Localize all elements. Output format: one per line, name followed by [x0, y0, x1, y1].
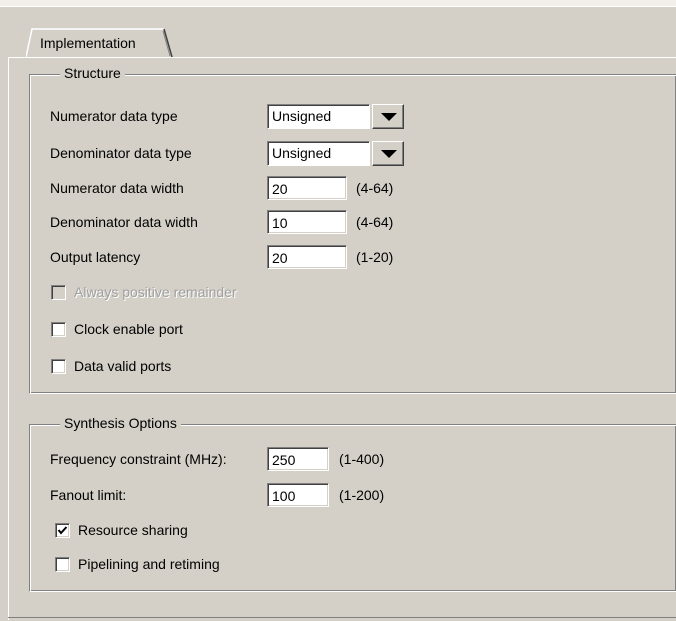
denominator-width-range: (4-64)	[356, 214, 394, 230]
numerator-width-label: Numerator data width	[50, 180, 184, 196]
output-latency-input[interactable]	[267, 245, 347, 269]
chevron-down-icon	[381, 150, 397, 158]
fanout-label: Fanout limit:	[50, 487, 127, 503]
denominator-type-dropdown-button[interactable]	[372, 141, 404, 166]
tab-implementation[interactable]: Implementation	[26, 28, 178, 58]
numerator-width-range: (4-64)	[356, 180, 394, 196]
fanout-input[interactable]	[267, 483, 329, 507]
resource-sharing-checkbox[interactable]	[55, 523, 70, 538]
chevron-down-icon	[381, 113, 397, 121]
denominator-type-label: Denominator data type	[50, 145, 192, 161]
structure-legend: Structure	[60, 65, 125, 81]
frequency-input[interactable]	[267, 447, 329, 471]
tab-label: Implementation	[40, 35, 136, 51]
synthesis-legend: Synthesis Options	[60, 415, 181, 431]
denominator-width-label: Denominator data width	[50, 214, 198, 230]
output-latency-range: (1-20)	[356, 249, 394, 265]
frequency-range: (1-400)	[339, 451, 385, 467]
pipelining-label[interactable]: Pipelining and retiming	[78, 556, 220, 572]
data-valid-checkbox[interactable]	[51, 359, 66, 374]
numerator-type-dropdown-button[interactable]	[372, 104, 404, 129]
denominator-width-input[interactable]	[267, 210, 347, 234]
numerator-type-value[interactable]: Unsigned	[267, 104, 370, 129]
numerator-type-label: Numerator data type	[50, 108, 178, 124]
tab-strip: Implementation	[0, 6, 676, 58]
page-bottom-edge	[8, 617, 676, 618]
always-positive-label: Always positive remainder	[74, 284, 237, 300]
clock-enable-checkbox[interactable]	[51, 322, 66, 337]
clock-enable-label[interactable]: Clock enable port	[74, 321, 183, 337]
structure-group: Structure Numerator data type Unsigned D…	[29, 65, 676, 396]
denominator-type-value[interactable]: Unsigned	[267, 141, 370, 166]
pipelining-checkbox[interactable]	[55, 557, 70, 572]
always-positive-checkbox[interactable]	[51, 285, 66, 300]
implementation-page: Structure Numerator data type Unsigned D…	[8, 57, 676, 620]
resource-sharing-label[interactable]: Resource sharing	[78, 522, 188, 538]
fanout-range: (1-200)	[339, 487, 385, 503]
synthesis-options-group: Synthesis Options Frequency constraint (…	[29, 415, 676, 594]
checkmark-icon	[57, 526, 68, 535]
output-latency-label: Output latency	[50, 249, 141, 265]
frequency-label: Frequency constraint (MHz):	[50, 451, 227, 467]
numerator-width-input[interactable]	[267, 176, 347, 200]
data-valid-label[interactable]: Data valid ports	[74, 358, 171, 374]
